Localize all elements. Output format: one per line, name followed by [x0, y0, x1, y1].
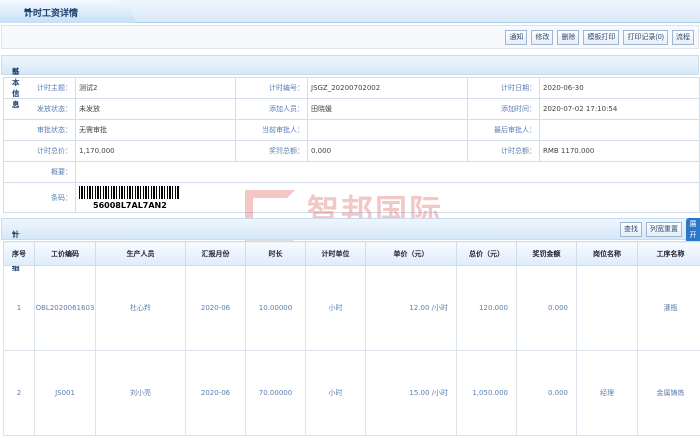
field-label: 当前审批人：: [236, 120, 308, 141]
field-value: 2020-07-02 17:10:54: [540, 99, 700, 120]
column-header[interactable]: 工序名称: [638, 242, 700, 266]
field-label: 最后审批人：: [468, 120, 540, 141]
field-value: 田晓媛: [308, 99, 468, 120]
detail-table: 序号工价编码生产人员汇报月份时长计时单位单价（元）总价（元）奖罚金额岗位名称工序…: [3, 241, 700, 436]
column-header[interactable]: 工价编码: [35, 242, 96, 266]
table-cell: OBL2020061603: [35, 266, 96, 351]
basic-info-header[interactable]: ▾ 基本信息: [1, 55, 699, 75]
field-value: 无需审批: [76, 120, 236, 141]
notify-button[interactable]: 通知: [505, 30, 527, 45]
template-print-button[interactable]: 模板打印: [583, 30, 619, 45]
barcode-cell: 56008L7AL7AN2: [76, 183, 700, 213]
column-header[interactable]: 生产人员: [96, 242, 186, 266]
table-cell: 0.000: [517, 266, 577, 351]
info-row: 审批状态：无需审批当前审批人： 最后审批人：: [4, 120, 700, 141]
table-cell: 小时: [306, 351, 366, 436]
toolbar: 通知 修改 删除 模板打印 打印记录(0) 流程: [1, 25, 699, 49]
field-value: RMB 1170.000: [540, 141, 700, 162]
print-log-button[interactable]: 打印记录(0): [623, 30, 668, 45]
workflow-button[interactable]: 流程: [672, 30, 694, 45]
field-label: 计时总额：: [468, 141, 540, 162]
info-row: 计时主题：测试2计时编号：JSGZ_20200702002计时日期：2020-0…: [4, 78, 700, 99]
barcode-image: [79, 186, 179, 199]
table-cell: 1,050.000: [457, 351, 517, 436]
reset-width-button[interactable]: 列宽重置: [646, 222, 682, 237]
column-header[interactable]: 总价（元）: [457, 242, 517, 266]
detail-header[interactable]: ▾ 计时明细 查找 列宽重置: [1, 218, 699, 240]
table-cell: 10.00000: [246, 266, 306, 351]
basic-info-table: 计时主题：测试2计时编号：JSGZ_20200702002计时日期：2020-0…: [3, 77, 700, 213]
page-title: 计时工资详情: [24, 6, 78, 19]
table-cell: 金属铸炼: [638, 351, 700, 436]
field-value: 0.000: [308, 141, 468, 162]
column-header[interactable]: 计时单位: [306, 242, 366, 266]
edit-button[interactable]: 修改: [531, 30, 553, 45]
table-cell: [577, 266, 638, 351]
field-value: 测试2: [76, 78, 236, 99]
column-header[interactable]: 单价（元）: [366, 242, 457, 266]
field-label: 添加时间：: [468, 99, 540, 120]
field-label: 计时总价：: [4, 141, 76, 162]
field-value: 未发放: [76, 99, 236, 120]
table-cell: 小时: [306, 266, 366, 351]
column-header[interactable]: 岗位名称: [577, 242, 638, 266]
table-cell: JS001: [35, 351, 96, 436]
column-header[interactable]: 序号: [4, 242, 35, 266]
field-value: 1,170.000: [76, 141, 236, 162]
summary-label: 概要：: [4, 162, 76, 183]
field-label: 审批状态：: [4, 120, 76, 141]
table-cell: 经理: [577, 351, 638, 436]
barcode-label: 条码：: [4, 183, 76, 213]
field-label: 计时主题：: [4, 78, 76, 99]
field-value: 2020-06-30: [540, 78, 700, 99]
page-title-tab: ➡ 计时工资详情: [0, 0, 135, 23]
expand-label: 展开: [689, 219, 697, 241]
field-label: 添加人员：: [236, 99, 308, 120]
table-cell: 灌瓶: [638, 266, 700, 351]
table-cell: 1: [4, 266, 35, 351]
field-value: [308, 120, 468, 141]
field-label: 发放状态：: [4, 99, 76, 120]
table-cell: 2020-06: [186, 351, 246, 436]
field-label: 计时日期：: [468, 78, 540, 99]
delete-button[interactable]: 删除: [557, 30, 579, 45]
find-button[interactable]: 查找: [620, 222, 642, 237]
column-header[interactable]: 汇报月份: [186, 242, 246, 266]
table-cell: 杜心羚: [96, 266, 186, 351]
table-row: 1OBL2020061603杜心羚2020-0610.00000小时12.00 …: [4, 266, 700, 351]
table-cell: 刘小亮: [96, 351, 186, 436]
table-cell: 120.000: [457, 266, 517, 351]
field-value: [540, 120, 700, 141]
column-header[interactable]: 时长: [246, 242, 306, 266]
info-row: 计时总价：1,170.000奖罚总额：0.000计时总额：RMB 1170.00…: [4, 141, 700, 162]
table-row: 2JS001刘小亮2020-0670.00000小时15.00 /小时1,050…: [4, 351, 700, 436]
table-cell: 70.00000: [246, 351, 306, 436]
table-cell: 15.00 /小时: [366, 351, 457, 436]
table-cell: 2020-06: [186, 266, 246, 351]
column-header[interactable]: 奖罚金额: [517, 242, 577, 266]
summary-value: [76, 162, 700, 183]
table-cell: 2: [4, 351, 35, 436]
field-label: 奖罚总额：: [236, 141, 308, 162]
table-cell: 0.000: [517, 351, 577, 436]
info-row: 发放状态：未发放添加人员：田晓媛添加时间：2020-07-02 17:10:54: [4, 99, 700, 120]
title-bar: ➡ 计时工资详情: [0, 0, 700, 23]
barcode-text: 56008L7AL7AN2: [79, 201, 699, 210]
table-cell: 12.00 /小时: [366, 266, 457, 351]
field-value: JSGZ_20200702002: [308, 78, 468, 99]
field-label: 计时编号：: [236, 78, 308, 99]
